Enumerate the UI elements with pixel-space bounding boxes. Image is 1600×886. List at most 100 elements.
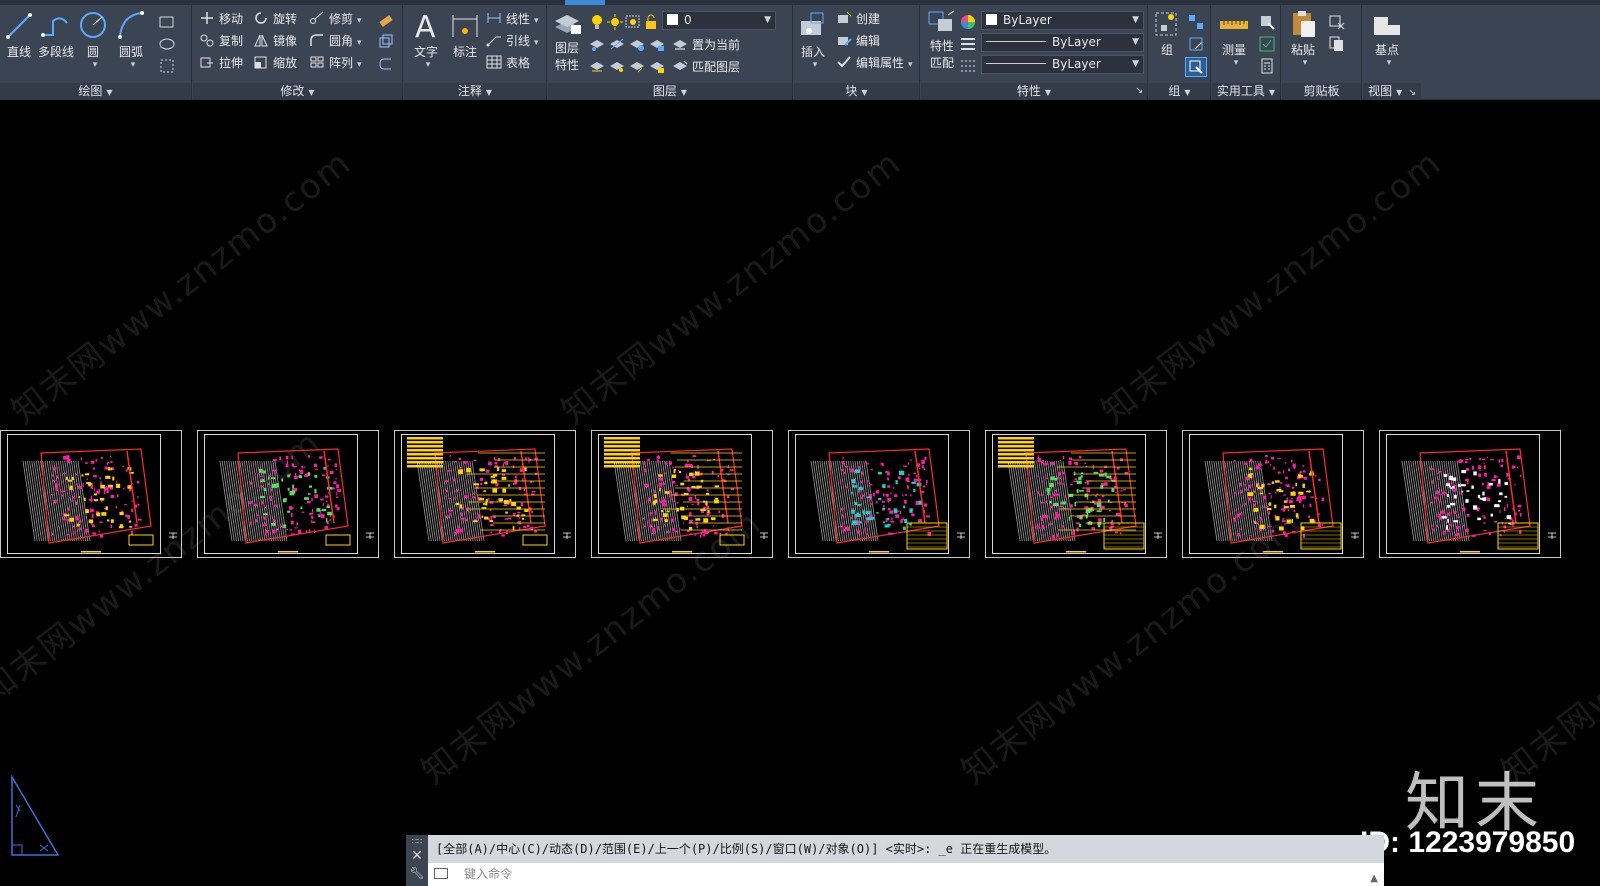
sun-icon[interactable] — [606, 13, 624, 31]
viewport-freeze-icon[interactable] — [624, 13, 642, 31]
set-current-button[interactable]: 置为当前 — [672, 35, 740, 55]
drawing-sheet[interactable] — [591, 430, 773, 558]
cut-icon[interactable] — [1328, 13, 1346, 31]
chevron-down-icon[interactable]: ▾ — [800, 60, 830, 70]
linear-dimension-icon — [486, 11, 502, 25]
erase-icon[interactable] — [377, 11, 395, 29]
linetype-icon[interactable] — [959, 35, 977, 53]
panel-clipboard-footer[interactable]: 剪贴板 — [1282, 83, 1361, 100]
dialog-launcher-icon[interactable]: ↘ — [1135, 83, 1143, 100]
insert-button[interactable]: 插入 ▾ — [796, 9, 830, 70]
lineweight-dropdown[interactable]: ByLayer ▼ — [981, 55, 1144, 74]
layer-walk-icon[interactable] — [588, 57, 606, 75]
drawing-sheet[interactable] — [0, 430, 182, 558]
lightbulb-icon[interactable] — [588, 13, 606, 31]
line-button[interactable]: 直线 — [2, 9, 36, 60]
layer-properties-button[interactable]: 图层 特性 — [550, 9, 584, 73]
arc-button[interactable]: 圆弧 ▾ — [114, 9, 148, 70]
layer-merge-icon[interactable] — [608, 57, 626, 75]
basepoint-button[interactable]: 基点 ▾ — [1367, 9, 1407, 68]
drawing-sheet[interactable] — [1379, 430, 1561, 558]
paste-button[interactable]: 粘贴 ▾ — [1284, 9, 1322, 68]
rectangle-icon[interactable] — [158, 13, 176, 31]
stretch-button[interactable]: 拉伸 — [199, 53, 243, 73]
linetype-dropdown[interactable]: ByLayer ▼ — [981, 33, 1144, 52]
group-edit-icon[interactable] — [1187, 35, 1205, 53]
move-button[interactable]: 移动 — [199, 9, 243, 29]
color-wheel-icon[interactable] — [959, 13, 977, 31]
wrench-icon[interactable]: 🔧︎ — [406, 865, 428, 881]
quick-select-icon[interactable] — [1258, 13, 1276, 31]
layer-previous-icon[interactable] — [628, 57, 646, 75]
edit-block-button[interactable]: 编辑 — [836, 31, 880, 51]
create-block-button[interactable]: 创建 — [836, 9, 880, 29]
text-button[interactable]: A 文字 ▾ — [408, 9, 444, 70]
chevron-down-icon[interactable]: ▾ — [82, 60, 108, 70]
drawing-sheet[interactable] — [985, 430, 1167, 558]
chevron-down-icon[interactable]: ▾ — [412, 60, 444, 70]
panel-draw-footer[interactable]: 绘图 ▼ — [0, 83, 191, 100]
layer-unlock-icon[interactable] — [648, 57, 666, 75]
color-swatch — [986, 14, 997, 25]
drawing-sheet[interactable] — [1182, 430, 1364, 558]
drawing-sheet[interactable] — [788, 430, 970, 558]
select-all-icon[interactable] — [1258, 35, 1276, 53]
layer-off-icon[interactable] — [588, 35, 606, 53]
chevron-up-icon[interactable]: ▲ — [1370, 867, 1378, 886]
chevron-down-icon[interactable]: ▾ — [118, 60, 148, 70]
panel-view-footer[interactable]: 视图 ▼ ↘ — [1363, 83, 1421, 100]
panel-groups-footer[interactable]: 组 ▼ — [1149, 83, 1210, 100]
lock-icon[interactable] — [642, 13, 660, 31]
chevron-down-icon[interactable]: ▾ — [1371, 58, 1407, 68]
command-input[interactable]: 键入命令 ▲ — [428, 863, 1384, 886]
circle-button[interactable]: 圆 ▾ — [78, 9, 108, 70]
offset-icon[interactable] — [377, 55, 395, 73]
close-icon[interactable]: ✕ — [406, 847, 428, 865]
chevron-down-icon[interactable]: ▾ — [1218, 58, 1254, 68]
hatch-icon[interactable] — [158, 35, 176, 53]
boundary-icon[interactable] — [158, 57, 176, 75]
dialog-launcher-icon[interactable]: ↘ — [1408, 88, 1416, 98]
measure-button[interactable]: 测量 ▾ — [1214, 9, 1254, 68]
copy-clip-icon[interactable] — [1328, 35, 1346, 53]
panel-annotation-footer[interactable]: 注释 ▼ — [404, 83, 546, 100]
panel-properties-footer[interactable]: 特性 ▼ ↘ — [921, 83, 1147, 100]
group-button[interactable]: 组 — [1151, 9, 1183, 58]
panel-block-footer[interactable]: 块 ▼ — [794, 83, 919, 100]
layer-dropdown[interactable]: 0 ▼ — [662, 11, 776, 30]
drawing-canvas[interactable]: 知末网www.znzmo.com 知末网www.znzmo.com 知末网www… — [0, 100, 1600, 886]
polyline-button[interactable]: 多段线 — [36, 9, 76, 60]
linear-button[interactable]: 线性 ▾ — [486, 9, 539, 29]
panel-utilities-footer[interactable]: 实用工具 ▼ — [1212, 83, 1280, 100]
layer-freeze-icon[interactable] — [628, 35, 646, 53]
group-select-toggle-icon[interactable] — [1185, 57, 1207, 77]
ungroup-icon[interactable] — [1187, 13, 1205, 31]
copy-button[interactable]: 复制 — [199, 31, 243, 51]
panel-layers-footer[interactable]: 图层 ▼ — [548, 83, 792, 100]
chevron-down-icon[interactable]: ▾ — [1288, 58, 1322, 68]
dimension-button[interactable]: 标注 — [448, 9, 482, 60]
drawing-sheet[interactable] — [197, 430, 379, 558]
table-button[interactable]: 表格 — [486, 53, 530, 73]
rotate-button[interactable]: 旋转 — [253, 9, 297, 29]
array-button[interactable]: 阵列 ▾ — [309, 53, 362, 73]
color-dropdown[interactable]: ByLayer ▼ — [981, 11, 1144, 30]
lineweight-icon[interactable] — [959, 57, 977, 75]
leader-button[interactable]: 引线 ▾ — [486, 31, 539, 51]
trim-button[interactable]: 修剪 ▾ — [309, 9, 362, 29]
explode-icon[interactable] — [377, 33, 395, 51]
match-layer-button[interactable]: 匹配图层 — [672, 57, 740, 77]
match-properties-button[interactable]: 特性 匹配 — [925, 9, 959, 71]
panel-modify-footer[interactable]: 修改 ▼ — [193, 83, 402, 100]
edit-attributes-button[interactable]: 编辑属性 ▾ — [836, 53, 913, 73]
fillet-button[interactable]: 圆角 ▾ — [309, 31, 362, 51]
drawing-sheet[interactable] — [394, 430, 576, 558]
layer-isolate-icon[interactable] — [608, 35, 626, 53]
command-prompt-icon[interactable] — [434, 868, 448, 879]
mirror-button[interactable]: 镜像 — [253, 31, 297, 51]
drag-handle-icon[interactable]: ∷∷ — [406, 835, 428, 847]
calculator-icon[interactable] — [1258, 57, 1276, 75]
command-line-grip[interactable]: ∷∷ ✕ 🔧︎ — [406, 835, 428, 886]
layer-lock-icon[interactable] — [648, 35, 666, 53]
scale-button[interactable]: 缩放 — [253, 53, 297, 73]
